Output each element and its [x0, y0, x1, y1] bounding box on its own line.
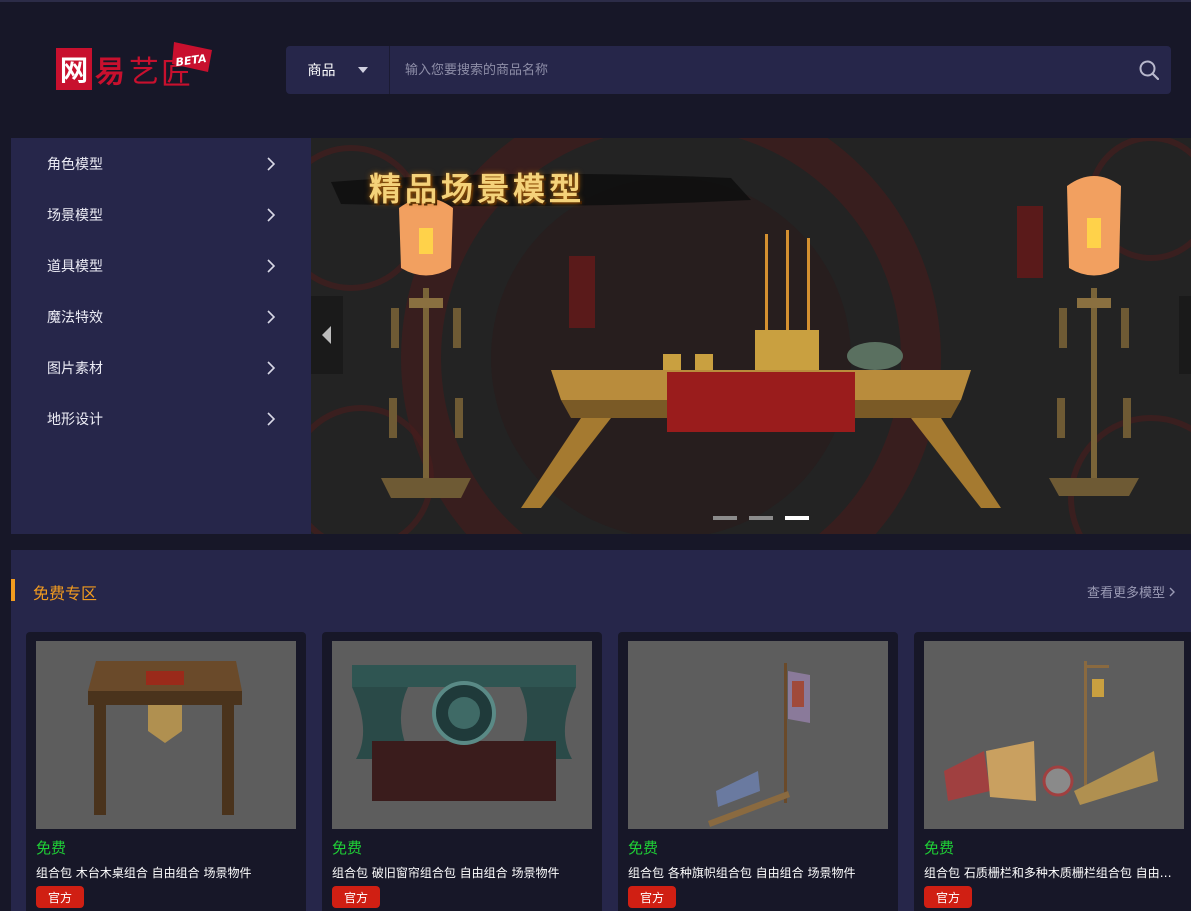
product-card[interactable]: 免费 组合包 各种旗帜组合包 自由组合 场景物件 官方	[618, 632, 898, 911]
search-button[interactable]	[1127, 46, 1171, 94]
sidebar-item-character-models[interactable]: 角色模型	[11, 138, 311, 189]
logo-char-3: 艺	[129, 55, 159, 90]
sidebar-item-magic-effects[interactable]: 魔法特效	[11, 291, 311, 342]
official-badge: 官方	[924, 886, 972, 908]
chevron-right-icon	[267, 309, 275, 324]
chevron-right-icon	[267, 411, 275, 426]
caret-down-icon	[357, 67, 368, 73]
official-badge: 官方	[628, 886, 676, 908]
curtain-image	[352, 665, 576, 801]
product-image	[628, 641, 888, 829]
arrow-left-icon	[322, 326, 331, 344]
sidebar-item-terrain-design[interactable]: 地形设计	[11, 393, 311, 444]
product-card[interactable]: 免费 组合包 破旧窗帘组合包 自由组合 场景物件 官方	[322, 632, 602, 911]
search-category-dropdown[interactable]: 商品	[286, 46, 390, 94]
sidebar-item-label: 场景模型	[47, 207, 103, 224]
product-price: 免费	[924, 839, 955, 857]
product-name[interactable]: 组合包 木台木桌组合 自由组合 场景物件	[36, 864, 292, 881]
search-category-label: 商品	[307, 63, 336, 79]
wooden-table-image	[88, 661, 242, 815]
fences-image	[944, 661, 1158, 805]
carousel-dot-3[interactable]	[785, 516, 809, 520]
search-bar: 商品	[286, 46, 1171, 94]
product-name[interactable]: 组合包 各种旗帜组合包 自由组合 场景物件	[628, 864, 884, 881]
product-name[interactable]: 组合包 破旧窗帘组合包 自由组合 场景物件	[332, 864, 588, 881]
official-badge: 官方	[36, 886, 84, 908]
sidebar-item-scene-models[interactable]: 场景模型	[11, 189, 311, 240]
flags-image	[708, 663, 810, 827]
sidebar-item-label: 角色模型	[47, 156, 103, 173]
product-price: 免费	[36, 839, 67, 857]
search-icon	[1139, 60, 1159, 80]
view-more-label: 查看更多模型	[1086, 586, 1165, 601]
sidebar-item-label: 图片素材	[47, 360, 103, 377]
product-card[interactable]: 免费 组合包 木台木桌组合 自由组合 场景物件 官方	[26, 632, 306, 911]
sidebar-item-prop-models[interactable]: 道具模型	[11, 240, 311, 291]
free-zone-section: 免费专区 查看更多模型 免费 组合包 木台木桌组合 自由组合 场景物件 官方 免…	[11, 550, 1191, 911]
chevron-right-icon	[267, 258, 275, 273]
official-badge: 官方	[332, 886, 380, 908]
banner-next-button[interactable]	[1179, 296, 1191, 374]
product-price: 免费	[332, 839, 363, 857]
product-name[interactable]: 组合包 石质栅栏和多种木质栅栏组合包 自由组合 场景物件	[924, 864, 1180, 881]
logo[interactable]: 网 易 艺 匠 BETA	[56, 42, 216, 94]
sidebar-item-label: 地形设计	[47, 411, 103, 428]
search-input[interactable]	[390, 46, 1127, 94]
banner-prev-button[interactable]	[311, 296, 343, 374]
carousel-dot-1[interactable]	[713, 516, 737, 520]
product-card[interactable]: 免费 组合包 石质栅栏和多种木质栅栏组合包 自由组合 场景物件 官方	[914, 632, 1191, 911]
logo-graphic: 网 易 艺 匠 BETA	[56, 42, 212, 92]
sidebar-item-image-assets[interactable]: 图片素材	[11, 342, 311, 393]
chevron-right-icon	[267, 360, 275, 375]
sidebar-item-label: 道具模型	[47, 258, 103, 275]
product-price: 免费	[628, 839, 659, 857]
sidebar-item-label: 魔法特效	[47, 309, 103, 326]
banner-carousel[interactable]: 精品场景模型	[311, 138, 1191, 534]
view-more-link[interactable]: 查看更多模型	[1087, 582, 1175, 601]
chevron-right-icon	[267, 156, 275, 171]
chevron-right-icon	[267, 207, 275, 222]
section-accent-bar	[11, 579, 15, 601]
section-title: 免费专区	[33, 584, 98, 603]
logo-char-2: 易	[95, 55, 125, 90]
chevron-right-icon	[1169, 587, 1175, 596]
carousel-dot-2[interactable]	[749, 516, 773, 520]
category-sidebar: 角色模型 场景模型 道具模型 魔法特效 图片素材 地形设计	[11, 138, 311, 534]
product-image	[924, 641, 1184, 829]
logo-char-1: 网	[60, 54, 88, 87]
top-strip	[0, 0, 1191, 2]
product-image	[36, 641, 296, 829]
carousel-indicators	[713, 516, 809, 520]
product-image	[332, 641, 592, 829]
banner-title: 精品场景模型	[369, 170, 586, 208]
